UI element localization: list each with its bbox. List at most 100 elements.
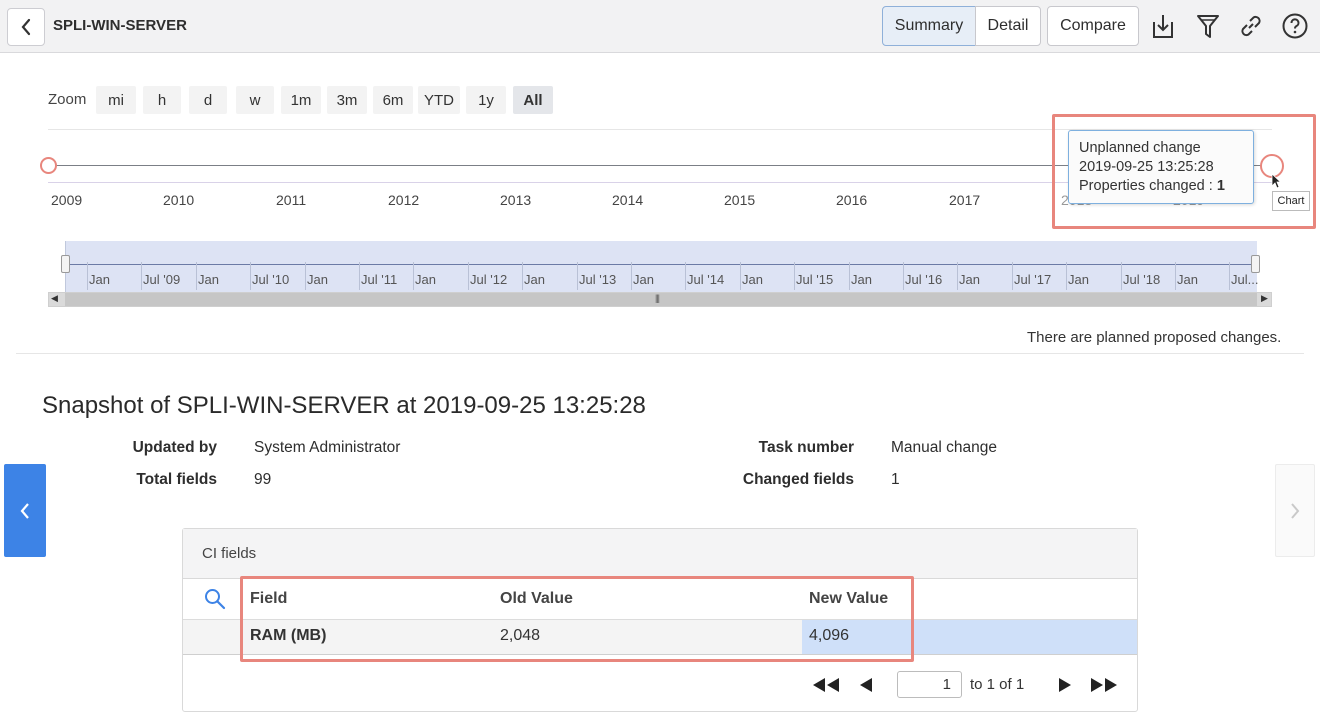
zoom-all-button[interactable]: All [513,86,553,114]
compare-button[interactable]: Compare [1047,6,1139,46]
navigator-tick-label: Jul '15 [796,271,833,288]
navigator-tick-label: Jul... [1231,271,1258,288]
zoom-w-button[interactable]: w [236,86,274,114]
total-fields-value: 99 [254,471,272,488]
navigator-tick [305,262,306,290]
highlight-box-table [240,576,914,662]
scrollbar-thumb[interactable] [65,293,1257,306]
first-page-icon [813,678,839,692]
navigator-right-handle[interactable] [1251,255,1260,273]
chart-hint-tooltip: Chart [1272,191,1310,211]
start-marker[interactable] [40,157,57,174]
section-divider [16,353,1304,354]
navigator-tick [577,262,578,290]
zoom-h-button[interactable]: h [143,86,181,114]
scrollbar-grip-icon[interactable]: ||| [655,293,660,303]
navigator-tick [1121,262,1122,290]
next-page-icon [1059,678,1071,692]
navigator-tick-label: Jul '17 [1014,271,1051,288]
navigator-left-handle[interactable] [61,255,70,273]
navigator-tick-label-line1: Jul '15 [796,272,834,287]
navigator-tick-label-line1: Jan [307,272,328,287]
tab-detail[interactable]: Detail [975,6,1041,46]
zoom-6m-button[interactable]: 6m [373,86,413,114]
navigator-tick-label-line1: Jul '13 [579,272,617,287]
year-label: 2013 [500,192,532,208]
navigator-tick-label: Jul '09 [143,271,180,288]
task-number-label: Task number [758,439,854,456]
navigator-tick-label-line1: Jan [415,272,436,287]
scroll-right-icon[interactable]: ▶ [1261,293,1268,304]
tooltip-properties: Properties changed : 1 [1079,177,1243,196]
zoom-3m-button[interactable]: 3m [327,86,367,114]
navigator-tick-label-line1: Jan [198,272,219,287]
zoom-d-button[interactable]: d [189,86,227,114]
year-label: 2016 [836,192,868,208]
navigator-tick [1066,262,1067,290]
navigator-tick [685,262,686,290]
navigator-tick [1229,262,1230,290]
zoom-ytd-button[interactable]: YTD [418,86,460,114]
changed-fields-label: Changed fields [742,471,854,488]
first-page-button[interactable] [811,675,841,695]
navigator-tick-label-line1: Jul '17 [1014,272,1052,287]
updated-by-label: Updated by [132,439,217,456]
navigator-tick-label: Jul '18 [1123,271,1160,288]
previous-snapshot-button[interactable] [4,464,46,557]
zoom-mi-button[interactable]: mi [96,86,136,114]
year-label: 2010 [163,192,195,208]
help-icon [1282,13,1308,39]
download-icon [1153,15,1173,38]
navigator-tick-label-line1: Jan [1068,272,1089,287]
navigator-tick-label-line1: Jul... [1231,272,1259,287]
year-label: 2015 [724,192,756,208]
navigator-tick [794,262,795,290]
navigator-tick-label-line1: Jul '10 [252,272,290,287]
tooltip-timestamp: 2019-09-25 13:25:28 [1079,159,1214,175]
last-page-icon [1091,678,1117,692]
page-title: SPLI-WIN-SERVER [53,17,187,34]
navigator-series-line [65,264,1257,265]
back-icon [21,18,31,36]
navigator-tick [522,262,523,290]
tooltip-properties-count: 1 [1216,178,1225,194]
next-snapshot-button[interactable] [1275,464,1315,557]
navigator-tick-label-line1: Jan [742,272,763,287]
page-number-input[interactable] [897,671,962,698]
prev-page-button[interactable] [858,675,874,695]
table-search-button[interactable] [203,587,227,615]
zoom-1m-button[interactable]: 1m [281,86,321,114]
navigator-tick-label-line1: Jan [1177,272,1198,287]
navigator-tick-label: Jul '10 [252,271,289,288]
next-page-button[interactable] [1057,675,1073,695]
tab-summary[interactable]: Summary [882,6,976,46]
navigator-tick-label-line1: Jul '16 [905,272,943,287]
ci-fields-title: CI fields [202,545,257,562]
navigator-tick [468,262,469,290]
navigator-tick-label: Jul '11 [361,271,397,288]
back-button[interactable] [7,8,45,46]
navigator-tick [631,262,632,290]
navigator-tick [1012,262,1013,290]
year-label: 2012 [388,192,420,208]
prev-page-icon [860,678,872,692]
year-label: 2009 [51,192,83,208]
link-button[interactable] [1235,10,1267,42]
navigator-tick-label-line1: Jul '09 [143,272,181,287]
ci-fields-header [183,529,1137,579]
snapshot-title: Snapshot of SPLI-WIN-SERVER at 2019-09-2… [42,392,646,419]
zoom-label: Zoom [48,91,87,108]
navigator-tick-label-line1: Jul '11 [361,272,398,287]
download-button[interactable] [1147,10,1179,42]
navigator-tick [196,262,197,290]
navigator-tick [141,262,142,290]
help-button[interactable] [1279,10,1311,42]
navigator-tick-label-line1: Jul '14 [687,272,725,287]
filter-button[interactable] [1192,10,1224,42]
scroll-left-icon[interactable]: ◀ [51,293,58,304]
year-label: 2011 [276,192,307,208]
cursor-icon [1271,173,1282,193]
last-page-button[interactable] [1089,675,1119,695]
changed-fields-value: 1 [891,471,900,488]
zoom-1y-button[interactable]: 1y [466,86,506,114]
